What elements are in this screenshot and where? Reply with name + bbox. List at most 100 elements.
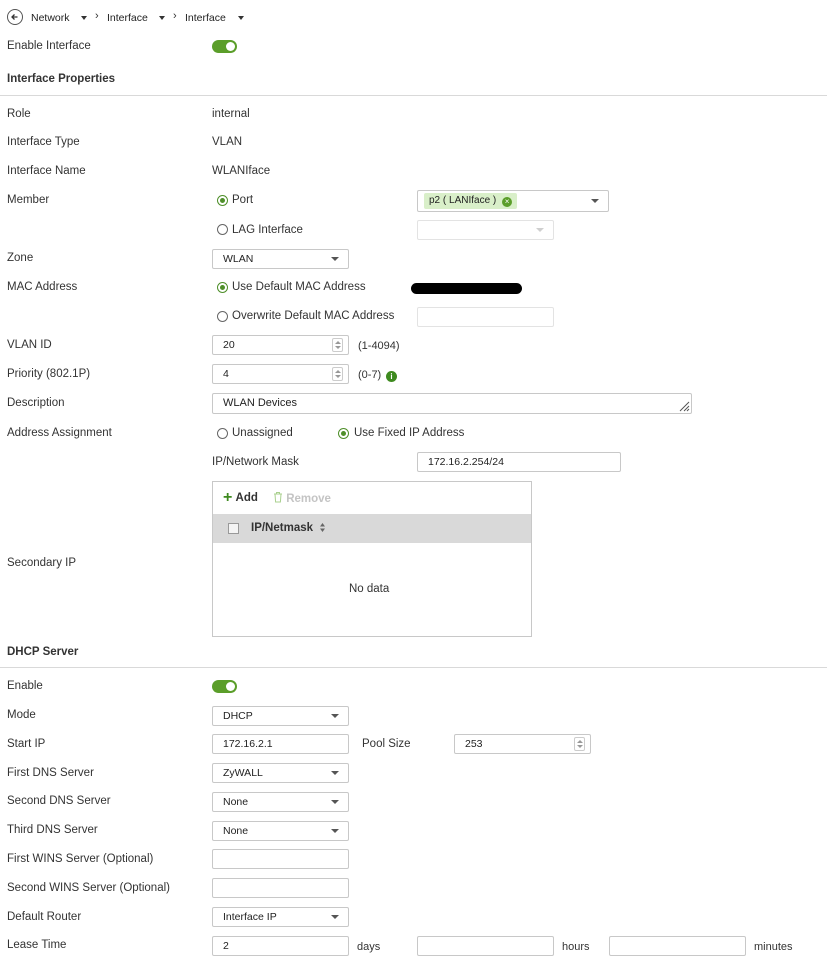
breadcrumb-interface-current[interactable]: Interface xyxy=(185,12,226,24)
mac-address-label: MAC Address xyxy=(7,281,78,293)
empty-table-message: No data xyxy=(349,583,390,595)
lease-time-label: Lease Time xyxy=(7,939,67,951)
member-port-select[interactable]: p2 ( LANIface ) × xyxy=(417,190,609,212)
interface-type-label: Interface Type xyxy=(7,136,80,148)
interface-name-label: Interface Name xyxy=(7,165,86,177)
start-ip-label: Start IP xyxy=(7,738,46,750)
role-label: Role xyxy=(7,108,31,120)
pool-size-input[interactable]: 253 xyxy=(454,734,591,754)
second-dns-select[interactable]: None xyxy=(212,792,349,812)
third-dns-value: None xyxy=(223,825,249,837)
remove-tag-icon[interactable]: × xyxy=(502,197,513,207)
spinner-icon[interactable] xyxy=(574,737,585,751)
spinner-icon[interactable] xyxy=(332,338,343,352)
zone-select[interactable]: WLAN xyxy=(212,249,349,269)
default-router-select[interactable]: Interface IP xyxy=(212,907,349,927)
interface-name-value: WLANIface xyxy=(212,165,271,177)
first-wins-input[interactable] xyxy=(212,849,349,869)
start-ip-value: 172.16.2.1 xyxy=(223,738,273,750)
lease-days-input[interactable]: 2 xyxy=(212,936,349,956)
dhcp-mode-label: Mode xyxy=(7,709,36,721)
select-all-checkbox[interactable] xyxy=(228,523,239,534)
description-value: WLAN Devices xyxy=(223,397,297,409)
ip-netmask-column-header[interactable]: IP/Netmask xyxy=(251,522,313,534)
address-unassigned-radio[interactable] xyxy=(217,428,228,439)
second-dns-label: Second DNS Server xyxy=(7,795,111,807)
plus-icon: + xyxy=(223,489,233,506)
back-button[interactable] xyxy=(7,9,23,25)
spinner-icon[interactable] xyxy=(332,367,343,381)
member-label: Member xyxy=(7,194,50,206)
chevron-down-icon xyxy=(331,257,339,261)
first-dns-select[interactable]: ZyWALL xyxy=(212,763,349,783)
chevron-down-icon xyxy=(331,915,339,919)
start-ip-input[interactable]: 172.16.2.1 xyxy=(212,734,349,754)
enable-interface-label: Enable Interface xyxy=(7,40,91,52)
section-divider xyxy=(0,667,827,668)
table-header: IP/Netmask xyxy=(213,514,531,543)
vlan-id-value: 20 xyxy=(223,339,235,351)
chevron-down-icon[interactable] xyxy=(159,16,165,20)
first-wins-label: First WINS Server (Optional) xyxy=(7,853,154,865)
breadcrumb-interface[interactable]: Interface xyxy=(107,12,148,24)
chevron-down-icon xyxy=(331,771,339,775)
breadcrumb-network[interactable]: Network xyxy=(31,12,70,24)
third-dns-select[interactable]: None xyxy=(212,821,349,841)
resize-handle-icon[interactable] xyxy=(678,400,690,412)
role-value: internal xyxy=(212,108,250,120)
first-dns-label: First DNS Server xyxy=(7,767,94,779)
mac-overwrite-input[interactable] xyxy=(417,307,554,327)
address-fixed-label: Use Fixed IP Address xyxy=(354,427,465,439)
chevron-down-icon[interactable] xyxy=(238,16,244,20)
lease-hours-input[interactable] xyxy=(417,936,554,956)
trash-icon xyxy=(274,492,282,503)
info-icon[interactable]: i xyxy=(386,371,397,382)
member-lag-select[interactable] xyxy=(417,220,554,240)
remove-button-label: Remove xyxy=(286,493,331,505)
mac-default-radio[interactable] xyxy=(217,282,228,293)
chevron-down-icon[interactable] xyxy=(81,16,87,20)
pool-size-label: Pool Size xyxy=(362,738,411,750)
secondary-ip-label: Secondary IP xyxy=(7,557,77,569)
mac-overwrite-radio[interactable] xyxy=(217,311,228,322)
priority-input[interactable]: 4 xyxy=(212,364,349,384)
description-textarea[interactable]: WLAN Devices xyxy=(212,393,692,414)
arrow-left-icon xyxy=(11,14,18,20)
priority-value: 4 xyxy=(223,368,229,380)
add-button[interactable]: + Add xyxy=(223,489,258,507)
ip-mask-input[interactable]: 172.16.2.254/24 xyxy=(417,452,621,472)
remove-button[interactable]: Remove xyxy=(273,491,331,507)
second-wins-input[interactable] xyxy=(212,878,349,898)
chevron-down-icon xyxy=(591,199,599,203)
default-router-value: Interface IP xyxy=(223,911,277,923)
member-lag-radio[interactable] xyxy=(217,224,228,235)
port-tag-label: p2 ( LANIface ) xyxy=(429,195,497,206)
address-fixed-radio[interactable] xyxy=(338,428,349,439)
sort-icon[interactable] xyxy=(319,522,326,533)
breadcrumb-separator-icon: › xyxy=(95,10,99,22)
pool-size-value: 253 xyxy=(465,738,483,750)
lease-minutes-unit: minutes xyxy=(754,941,793,953)
mac-overwrite-label: Overwrite Default MAC Address xyxy=(232,310,395,322)
member-lag-label: LAG Interface xyxy=(232,224,303,236)
lease-minutes-input[interactable] xyxy=(609,936,746,956)
default-router-label: Default Router xyxy=(7,911,82,923)
second-dns-value: None xyxy=(223,796,249,808)
second-wins-label: Second WINS Server (Optional) xyxy=(7,882,170,894)
dhcp-mode-select[interactable]: DHCP xyxy=(212,706,349,726)
enable-interface-toggle[interactable] xyxy=(212,40,237,53)
mac-default-label: Use Default MAC Address xyxy=(232,281,366,293)
chevron-down-icon xyxy=(331,829,339,833)
vlan-id-input[interactable]: 20 xyxy=(212,335,349,355)
chevron-down-icon xyxy=(536,228,544,232)
lease-days-unit: days xyxy=(357,941,381,953)
description-label: Description xyxy=(7,397,65,409)
dhcp-enable-toggle[interactable] xyxy=(212,680,237,693)
address-assignment-label: Address Assignment xyxy=(7,427,112,439)
section-divider xyxy=(0,95,827,96)
lease-hours-unit: hours xyxy=(562,941,590,953)
interface-properties-title: Interface Properties xyxy=(7,73,116,85)
mac-address-redacted xyxy=(411,283,522,294)
member-port-radio[interactable] xyxy=(217,195,228,206)
vlan-id-range: (1-4094) xyxy=(358,340,400,352)
